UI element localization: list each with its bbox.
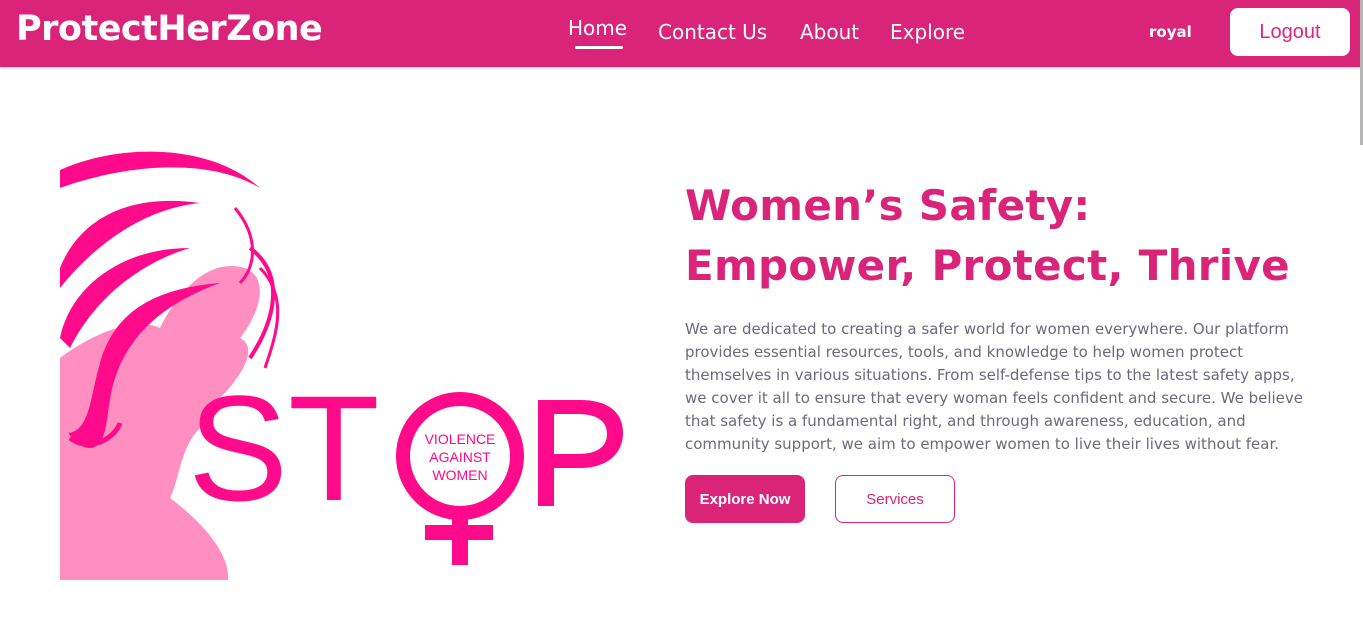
active-nav-indicator — [575, 46, 623, 49]
username-label: royal — [1149, 23, 1192, 41]
nav-link-home[interactable]: Home — [568, 16, 627, 40]
logout-button[interactable]: Logout — [1230, 8, 1350, 56]
stop-violence-illustration: ST VIOLENCE AGAINST WOMEN — [60, 151, 640, 580]
explore-now-button[interactable]: Explore Now — [685, 475, 805, 523]
hero-description: We are dedicated to creating a safer wor… — [685, 320, 1303, 453]
venus-symbol-bar — [425, 525, 493, 540]
symbol-text-line-3: WOMEN — [432, 467, 487, 483]
symbol-text-line-2: AGAINST — [429, 449, 491, 465]
hero-headline: Women’s Safety: Empower, Protect, Thrive — [685, 181, 1290, 290]
navbar: ProtectHerZone Home Contact Us About Exp… — [0, 0, 1363, 67]
services-button[interactable]: Services — [835, 475, 955, 523]
hair-stroke — [60, 151, 260, 188]
nav-link-about[interactable]: About — [800, 20, 859, 44]
nav-link-contact-us[interactable]: Contact Us — [658, 20, 767, 44]
stop-letters-st: ST — [188, 364, 380, 532]
brand-logo-text[interactable]: ProtectHerZone — [16, 9, 323, 49]
nav-link-explore[interactable]: Explore — [890, 20, 965, 44]
symbol-text-line-1: VIOLENCE — [425, 431, 496, 447]
